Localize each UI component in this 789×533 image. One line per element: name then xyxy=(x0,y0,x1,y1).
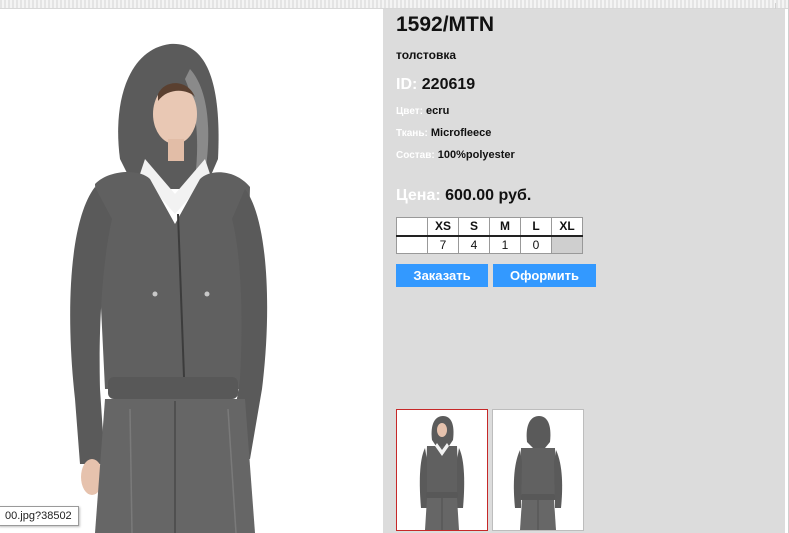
size-qty-xl-unavailable xyxy=(551,235,583,254)
thumbnail-back[interactable] xyxy=(492,409,584,531)
thumbnail-front[interactable] xyxy=(396,409,488,531)
attribute-fabric: Ткань: Microfleece xyxy=(396,127,491,139)
attribute-label: Цвет: xyxy=(396,106,423,117)
quantity-row-label-cell xyxy=(396,235,428,254)
price-label: Цена: xyxy=(396,187,441,204)
size-header-m: M xyxy=(489,217,521,237)
size-header-l: L xyxy=(520,217,552,237)
thumbnail-back-image xyxy=(493,410,583,530)
size-header-row: XS S M L XL xyxy=(396,217,583,237)
product-price: Цена: 600.00 руб. xyxy=(396,187,531,205)
id-label: ID: xyxy=(396,76,418,93)
main-product-photo[interactable] xyxy=(0,9,383,533)
size-qty-l[interactable]: 0 xyxy=(520,235,552,254)
attribute-label: Ткань: xyxy=(396,128,428,139)
model-hoodie-front-image xyxy=(0,9,383,533)
order-button[interactable]: Заказать xyxy=(396,264,488,287)
size-availability-table: XS S M L XL 7 4 1 0 xyxy=(396,217,583,254)
attribute-label: Состав: xyxy=(396,150,435,161)
checkout-button[interactable]: Оформить xyxy=(493,264,596,287)
attribute-composition: Состав: 100%polyester xyxy=(396,149,515,161)
size-header-xs: XS xyxy=(427,217,459,237)
attribute-value: 100%polyester xyxy=(437,149,515,161)
size-qty-m[interactable]: 1 xyxy=(489,235,521,254)
product-article-title: 1592/MTN xyxy=(396,13,495,36)
id-value: 220619 xyxy=(421,76,476,93)
product-info-panel: 1592/MTN толстовка ID: 220619 Цвет: ecru… xyxy=(383,9,785,533)
product-type: толстовка xyxy=(396,48,456,62)
attribute-value: Microfleece xyxy=(430,127,492,139)
size-qty-s[interactable]: 4 xyxy=(458,235,490,254)
size-header-xl: XL xyxy=(551,217,583,237)
attribute-color: Цвет: ecru xyxy=(396,105,449,117)
size-corner-cell xyxy=(396,217,428,237)
thumbnail-front-image xyxy=(397,410,487,530)
size-quantity-row: 7 4 1 0 xyxy=(396,235,583,254)
attribute-value: ecru xyxy=(426,105,450,117)
status-url-tooltip: 00.jpg?38502 xyxy=(0,506,79,526)
size-header-s: S xyxy=(458,217,490,237)
size-qty-xs[interactable]: 7 xyxy=(427,235,459,254)
top-border-strip xyxy=(0,0,789,9)
product-id: ID: 220619 xyxy=(396,76,475,94)
price-value: 600.00 руб. xyxy=(445,187,532,204)
